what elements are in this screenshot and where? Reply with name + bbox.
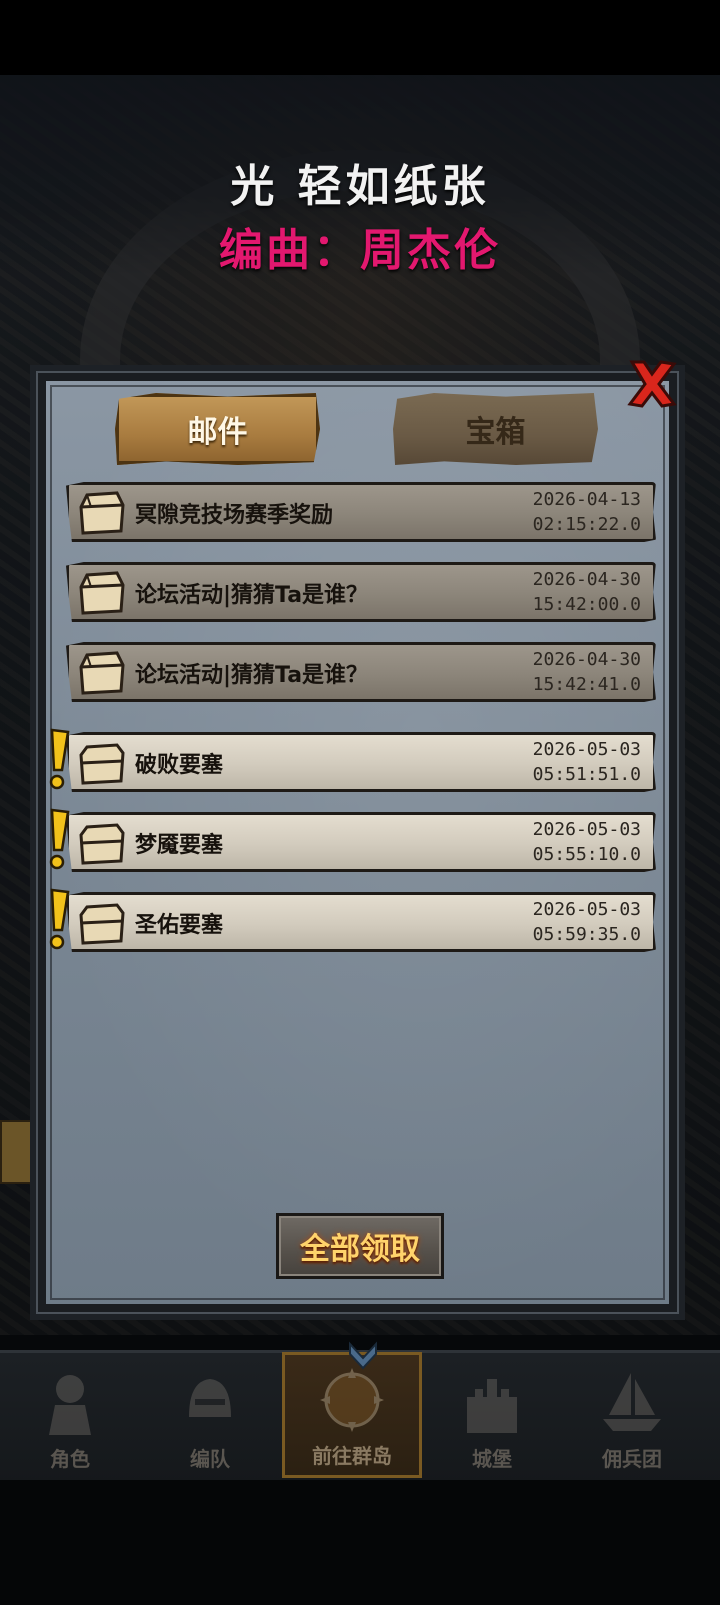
system-nav-area: [0, 1480, 720, 1605]
helmet-icon: [175, 1367, 245, 1437]
mail-date: 2026-04-13: [532, 489, 641, 510]
mail-time: 05:55:10.0: [532, 844, 641, 865]
mail-title: 论坛活动|猜猜Ta是谁？: [135, 663, 369, 688]
lyric-line-2: 编曲：周杰伦: [219, 225, 501, 276]
nav-item-character[interactable]: 角色: [0, 1352, 140, 1478]
chest-icon: [75, 649, 127, 697]
mail-date: 2026-05-03: [532, 819, 641, 840]
nav-item-formation[interactable]: 编队: [140, 1352, 280, 1478]
mail-date: 2026-05-03: [532, 739, 641, 760]
mail-date: 2026-04-30: [532, 649, 641, 670]
nav-label: 前往群岛: [312, 1444, 392, 1468]
game-screen: 光 轻如纸张 编曲：周杰伦 邮件 宝箱 冥隙竞技场赛季奖励 2026-04-13…: [0, 0, 720, 1605]
mail-date: 2026-04-30: [532, 569, 641, 590]
close-button[interactable]: [620, 352, 684, 416]
chest-icon: [75, 739, 127, 787]
mail-item[interactable]: 破败要塞 2026-05-03 05:51:51.0: [66, 732, 656, 792]
nav-label: 城堡: [472, 1447, 512, 1471]
chest-icon: [75, 899, 127, 947]
tab-chest[interactable]: 宝箱: [393, 393, 598, 465]
mail-time: 05:51:51.0: [532, 764, 641, 785]
nav-item-mercenary[interactable]: 佣兵团: [562, 1352, 702, 1478]
ship-icon: [597, 1367, 667, 1437]
chest-icon: [75, 819, 127, 867]
mail-item[interactable]: 论坛活动|猜猜Ta是谁？ 2026-04-30 15:42:41.0: [66, 642, 656, 702]
mail-item[interactable]: 论坛活动|猜猜Ta是谁？ 2026-04-30 15:42:00.0: [66, 562, 656, 622]
side-chest-decoration: [0, 1120, 34, 1184]
mail-time: 05:59:35.0: [532, 924, 641, 945]
mail-title: 冥隙竞技场赛季奖励: [135, 503, 334, 528]
nav-label: 编队: [190, 1447, 230, 1471]
mail-time: 15:42:00.0: [532, 594, 641, 615]
status-bar-area: [0, 0, 720, 75]
mail-item[interactable]: 梦魇要塞 2026-05-03 05:55:10.0: [66, 812, 656, 872]
mail-item[interactable]: 圣佑要塞 2026-05-03 05:59:35.0: [66, 892, 656, 952]
claim-all-button[interactable]: 全部领取: [276, 1213, 444, 1279]
mail-title: 圣佑要塞: [135, 913, 224, 938]
mail-date: 2026-05-03: [532, 899, 641, 920]
close-icon: [627, 360, 677, 408]
nav-item-castle[interactable]: 城堡: [422, 1352, 562, 1478]
nav-label: 佣兵团: [602, 1447, 662, 1471]
mail-title: 破败要塞: [135, 753, 224, 778]
nav-label: 角色: [50, 1447, 90, 1471]
mail-time: 02:15:22.0: [532, 514, 641, 535]
chest-icon: [75, 489, 127, 537]
mail-time: 15:42:41.0: [532, 674, 641, 695]
chest-icon: [75, 569, 127, 617]
knight-icon: [35, 1367, 105, 1437]
mail-item[interactable]: 冥隙竞技场赛季奖励 2026-04-13 02:15:22.0: [66, 482, 656, 542]
mail-title: 梦魇要塞: [135, 833, 224, 858]
mail-title: 论坛活动|猜猜Ta是谁？: [135, 583, 369, 608]
chevron-down-icon: [349, 1341, 377, 1370]
lyric-line-1: 光 轻如纸张: [230, 161, 490, 212]
tab-mail[interactable]: 邮件: [115, 393, 320, 465]
castle-icon: [457, 1367, 527, 1437]
